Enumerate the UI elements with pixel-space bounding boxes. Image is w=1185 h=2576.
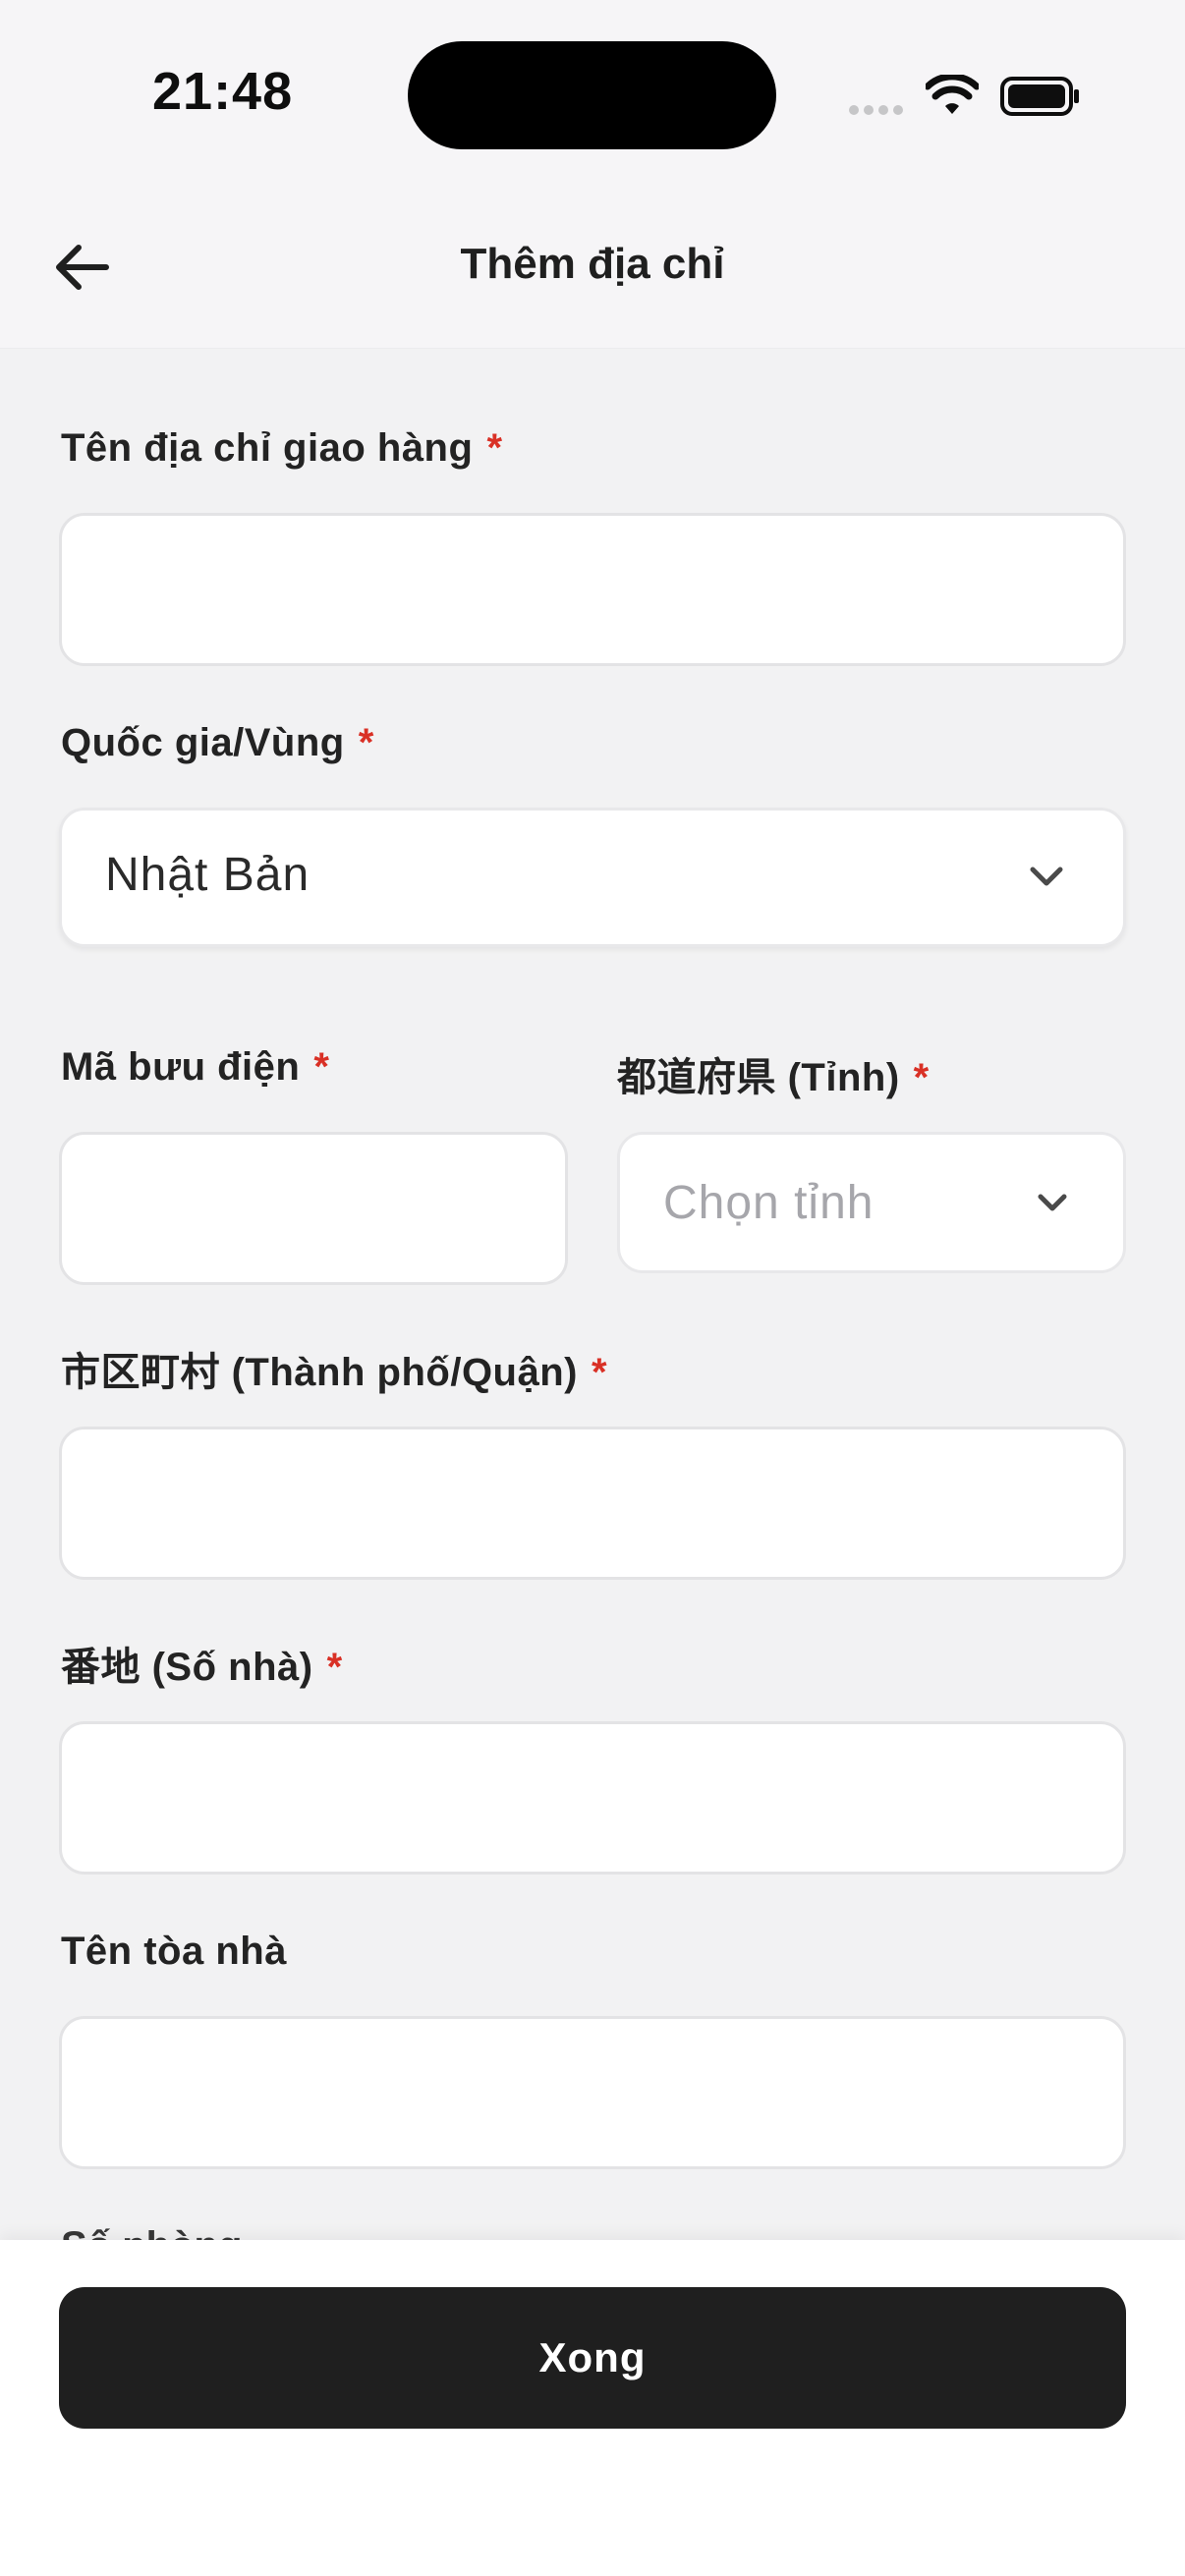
navigation-bar: Thêm địa chỉ — [0, 196, 1185, 349]
chevron-down-icon — [1030, 867, 1063, 886]
cellular-signal-icon — [849, 102, 908, 120]
address-name-input[interactable] — [59, 513, 1126, 666]
address-name-label-text: Tên địa chỉ giao hàng — [61, 426, 474, 470]
prefecture-select[interactable]: Chọn tỉnh — [617, 1132, 1126, 1273]
building-name-label: Tên tòa nhà — [61, 1930, 287, 1974]
country-label-text: Quốc gia/Vùng — [61, 721, 345, 764]
country-select[interactable]: Nhật Bản — [59, 808, 1126, 947]
address-name-label: Tên địa chỉ giao hàng * — [61, 426, 503, 471]
battery-icon — [1000, 75, 1081, 123]
country-label: Quốc gia/Vùng * — [61, 721, 374, 765]
wifi-icon — [924, 73, 981, 123]
country-select-value: Nhật Bản — [105, 849, 310, 901]
bottom-action-bar: Xong — [0, 2240, 1185, 2576]
prefecture-select-placeholder: Chọn tỉnh — [663, 1177, 875, 1229]
chevron-down-icon — [1038, 1194, 1067, 1211]
street-number-label: 番地 (Số nhà) * — [61, 1635, 343, 1692]
city-label: 市区町村 (Thành phố/Quận) * — [61, 1340, 607, 1397]
street-number-label-text: 番地 (Số nhà) — [61, 1646, 313, 1689]
status-bar: 21:48 — [0, 0, 1185, 196]
city-label-text: 市区町村 (Thành phố/Quận) — [61, 1351, 578, 1394]
postal-code-input[interactable] — [59, 1132, 568, 1285]
required-mark: * — [913, 1056, 930, 1099]
building-name-input[interactable] — [59, 2016, 1126, 2169]
required-mark: * — [326, 1646, 343, 1689]
building-name-label-text: Tên tòa nhà — [61, 1930, 287, 1973]
street-number-input[interactable] — [59, 1721, 1126, 1875]
status-time: 21:48 — [152, 62, 294, 121]
dynamic-island — [408, 41, 776, 149]
city-input[interactable] — [59, 1427, 1126, 1580]
required-mark: * — [592, 1351, 608, 1394]
postal-code-label: Mã bưu điện * — [61, 1045, 329, 1090]
done-button[interactable]: Xong — [59, 2287, 1126, 2429]
required-mark: * — [358, 721, 374, 764]
page-title: Thêm địa chỉ — [460, 240, 725, 288]
required-mark: * — [486, 426, 503, 470]
prefecture-label-text: 都道府県 (Tỉnh) — [617, 1056, 900, 1099]
prefecture-label: 都道府県 (Tỉnh) * — [617, 1045, 930, 1102]
postal-code-label-text: Mã bưu điện — [61, 1045, 301, 1089]
required-mark: * — [313, 1045, 330, 1089]
